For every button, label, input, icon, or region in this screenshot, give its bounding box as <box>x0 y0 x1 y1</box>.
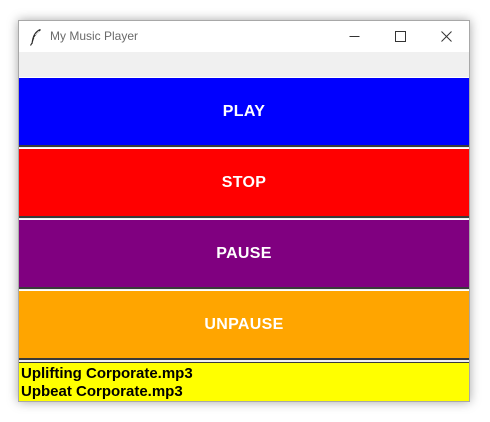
playlist-item[interactable]: Uplifting Corporate.mp3 <box>21 365 469 383</box>
close-icon <box>440 31 452 42</box>
menu-bar-area <box>19 52 469 76</box>
pause-button[interactable]: PAUSE <box>19 219 469 289</box>
minimize-button[interactable] <box>331 21 377 52</box>
music-player-window: My Music Player PLAY STOP PAUSE UNPAUSE … <box>18 20 470 402</box>
feather-icon <box>29 29 41 46</box>
maximize-icon <box>394 31 406 42</box>
play-button[interactable]: PLAY <box>19 77 469 147</box>
title-bar[interactable]: My Music Player <box>19 21 469 52</box>
playlist-item[interactable]: Upbeat Corporate.mp3 <box>21 383 469 401</box>
window-title: My Music Player <box>50 29 139 43</box>
stop-button[interactable]: STOP <box>19 148 469 218</box>
maximize-button[interactable] <box>377 21 423 52</box>
close-button[interactable] <box>423 21 469 52</box>
playlist-listbox[interactable]: Uplifting Corporate.mp3 Upbeat Corporate… <box>19 362 469 401</box>
unpause-button[interactable]: UNPAUSE <box>19 290 469 360</box>
minimize-icon <box>349 36 359 37</box>
